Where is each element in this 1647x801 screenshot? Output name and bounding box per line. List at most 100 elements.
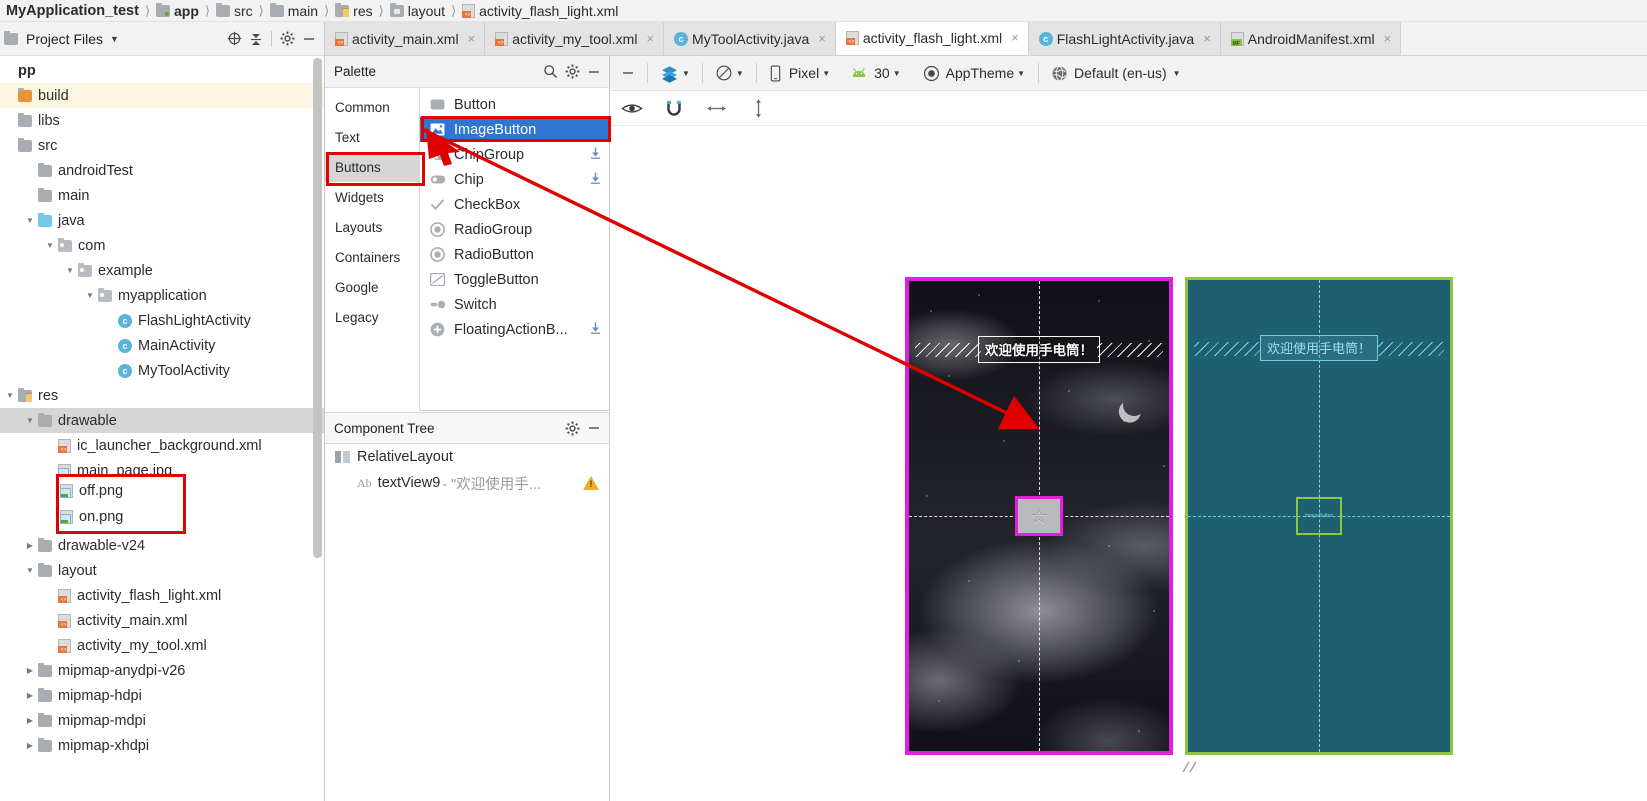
imagebutton-design[interactable]: ☆ (1015, 496, 1063, 536)
editor-tab-androidmanifest-xml[interactable]: AndroidManifest.xml × (1220, 22, 1402, 55)
palette-item-chip[interactable]: Chip (420, 167, 609, 192)
close-icon[interactable]: × (1203, 31, 1211, 46)
design-surface-mode-button[interactable]: ▼ (655, 60, 695, 86)
tree-item-drawable-v24[interactable]: ▶ drawable-v24 (0, 533, 324, 558)
theme-selector[interactable]: AppTheme ▼ (918, 60, 1030, 86)
palette-category-common[interactable]: Common (325, 92, 419, 122)
horizontal-guideline-icon[interactable] (704, 96, 728, 120)
gear-icon[interactable] (276, 28, 298, 50)
close-icon[interactable]: × (468, 31, 476, 46)
component-tree-nodes[interactable]: RelativeLayout Ab textView9- "欢迎使用手... (325, 444, 609, 496)
tree-item-mytoolactivity[interactable]: c MyToolActivity (0, 358, 324, 383)
minimize-icon[interactable] (583, 61, 605, 83)
hide-panel-button[interactable] (616, 60, 640, 86)
gear-icon[interactable] (561, 61, 583, 83)
chevron-right-icon[interactable]: ▶ (22, 716, 38, 725)
canvas-resize-handle[interactable] (1180, 756, 1202, 778)
tree-item-com[interactable]: ▼ com (0, 233, 324, 258)
layout-canvas[interactable]: 欢迎使用手电筒！ ☆ 欢迎使用手电筒！ ImageButton (610, 126, 1647, 801)
component-node-relativelayout[interactable]: RelativeLayout (325, 444, 609, 470)
chevron-right-icon[interactable]: ▶ (22, 541, 38, 550)
gear-icon[interactable] (561, 417, 583, 439)
project-file-tree[interactable]: pp build libs src androidTest main ▼ java ▼ com ▼ e… (0, 56, 324, 801)
close-icon[interactable]: × (646, 31, 654, 46)
textview9-design[interactable]: 欢迎使用手电筒！ (978, 336, 1100, 363)
chevron-down-icon[interactable]: ▼ (42, 241, 58, 250)
warning-icon[interactable] (583, 476, 599, 490)
breadcrumb-item-main[interactable]: main (269, 0, 318, 22)
palette-item-list[interactable]: Button ImageButton ChipGroup Chip CheckBox Ra… (420, 88, 609, 411)
show-layout-decorations-icon[interactable] (620, 96, 644, 120)
editor-tab-mytoolactivity-java[interactable]: c MyToolActivity.java × (664, 22, 836, 55)
api-level-selector[interactable]: 30 ▼ (845, 60, 906, 86)
palette-category-widgets[interactable]: Widgets (325, 182, 419, 212)
device-selector[interactable]: Pixel ▼ (764, 60, 835, 86)
tree-item-flashlightactivity[interactable]: c FlashLightActivity (0, 308, 324, 333)
tree-item-mipmap-mdpi[interactable]: ▶ mipmap-mdpi (0, 708, 324, 733)
palette-item-floatingactionb-[interactable]: FloatingActionB... (420, 317, 609, 342)
palette-item-imagebutton[interactable]: ImageButton (420, 117, 609, 142)
tree-item-src[interactable]: src (0, 133, 324, 158)
download-icon[interactable] (590, 322, 601, 337)
breadcrumb-item-file[interactable]: activity_flash_light.xml (462, 0, 618, 22)
chevron-down-icon[interactable]: ▼ (82, 291, 98, 300)
breadcrumb-item-app[interactable]: app (156, 0, 199, 22)
imagebutton-blueprint[interactable]: ImageButton (1296, 497, 1342, 535)
editor-tab-activity-flash-light-xml[interactable]: activity_flash_light.xml × (835, 22, 1029, 55)
tree-item-activity-main-xml[interactable]: activity_main.xml (0, 608, 324, 633)
textview9-blueprint[interactable]: 欢迎使用手电筒！ (1259, 335, 1379, 361)
tree-item-activity-flash-light-xml[interactable]: activity_flash_light.xml (0, 583, 324, 608)
orientation-button[interactable]: ▼ (710, 60, 749, 86)
collapse-all-button[interactable] (245, 28, 267, 50)
component-node-textview9[interactable]: Ab textView9- "欢迎使用手... (325, 470, 609, 496)
tree-item-mainactivity[interactable]: c MainActivity (0, 333, 324, 358)
palette-item-switch[interactable]: Switch (420, 292, 609, 317)
tree-item-mipmap-anydpi-v26[interactable]: ▶ mipmap-anydpi-v26 (0, 658, 324, 683)
palette-item-chipgroup[interactable]: ChipGroup (420, 142, 609, 167)
palette-item-radiobutton[interactable]: RadioButton (420, 242, 609, 267)
chevron-right-icon[interactable]: ▶ (22, 691, 38, 700)
magnet-autoconnect-icon[interactable] (662, 96, 686, 120)
editor-tab-activity-my-tool-xml[interactable]: activity_my_tool.xml × (485, 22, 665, 55)
download-icon[interactable] (590, 147, 601, 162)
editor-tab-activity-main-xml[interactable]: activity_main.xml × (325, 22, 486, 55)
minimize-icon[interactable] (583, 417, 605, 439)
tree-item-drawable[interactable]: ▼ drawable (0, 408, 324, 433)
chevron-down-icon[interactable]: ▼ (22, 216, 38, 225)
locale-selector[interactable]: Default (en-us) ▼ (1046, 60, 1186, 86)
editor-tab-flashlightactivity-java[interactable]: c FlashLightActivity.java × (1028, 22, 1221, 55)
chevron-down-icon[interactable]: ▼ (2, 391, 18, 400)
vertical-guideline-icon[interactable] (746, 96, 770, 120)
tree-item-layout[interactable]: ▼ layout (0, 558, 324, 583)
palette-category-text[interactable]: Text (325, 122, 419, 152)
hide-panel-button[interactable] (298, 28, 320, 50)
palette-category-layouts[interactable]: Layouts (325, 212, 419, 242)
tree-item-java[interactable]: ▼ java (0, 208, 324, 233)
palette-category-buttons[interactable]: Buttons (325, 152, 419, 182)
tree-scrollbar[interactable] (313, 58, 322, 558)
chevron-right-icon[interactable]: ▶ (22, 666, 38, 675)
palette-category-containers[interactable]: Containers (325, 242, 419, 272)
chevron-down-icon[interactable]: ▼ (22, 566, 38, 575)
blueprint-preview[interactable]: 欢迎使用手电筒！ ImageButton (1185, 277, 1453, 755)
tree-item-build[interactable]: build (0, 83, 324, 108)
breadcrumb-item-res[interactable]: res (335, 0, 373, 22)
close-icon[interactable]: × (1384, 31, 1392, 46)
select-opened-file-button[interactable] (223, 28, 245, 50)
chevron-down-icon[interactable]: ▼ (62, 266, 78, 275)
tree-item-example[interactable]: ▼ example (0, 258, 324, 283)
chevron-right-icon[interactable]: ▶ (22, 741, 38, 750)
tree-item-androidtest[interactable]: androidTest (0, 158, 324, 183)
search-icon[interactable] (539, 61, 561, 83)
palette-item-togglebutton[interactable]: ToggleButton (420, 267, 609, 292)
chevron-down-icon[interactable]: ▼ (110, 34, 119, 44)
palette-category-google[interactable]: Google (325, 272, 419, 302)
design-preview[interactable]: 欢迎使用手电筒！ ☆ (905, 277, 1173, 755)
close-icon[interactable]: × (818, 31, 826, 46)
tree-item-libs[interactable]: libs (0, 108, 324, 133)
palette-category-list[interactable]: Common Text Buttons Widgets Layouts Container… (325, 88, 420, 411)
breadcrumb-item-layout[interactable]: layout (389, 0, 445, 22)
tree-item-mipmap-hdpi[interactable]: ▶ mipmap-hdpi (0, 683, 324, 708)
breadcrumb-item-src[interactable]: src (215, 0, 253, 22)
palette-category-legacy[interactable]: Legacy (325, 302, 419, 332)
